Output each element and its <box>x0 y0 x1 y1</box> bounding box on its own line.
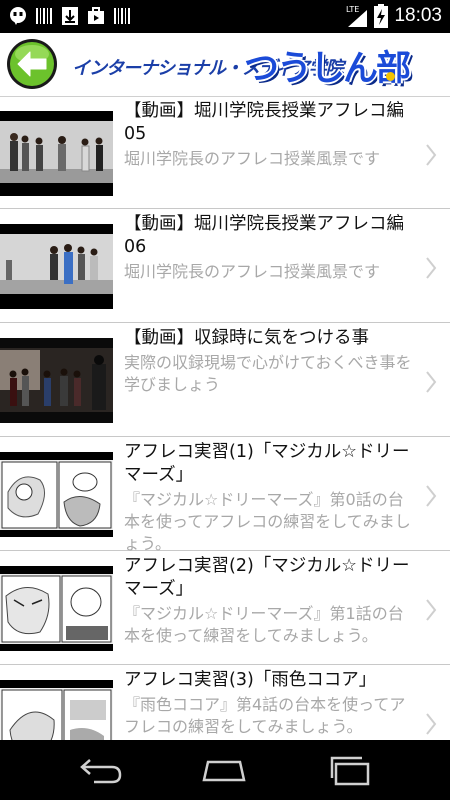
barcode-icon <box>36 8 52 24</box>
chevron-right-icon <box>426 485 437 507</box>
article-list: 【動画】堀川学院長授業アフレコ編05 堀川学院長のアフレコ授業風景です 【動画】… <box>0 96 450 740</box>
navigation-bar <box>0 740 450 800</box>
barcode-icon <box>114 8 130 24</box>
list-item[interactable]: 【動画】堀川学院長授業アフレコ編05 堀川学院長のアフレコ授業風景です <box>0 96 450 209</box>
clock: 18:03 <box>394 5 442 26</box>
system-status: LTE 18:03 <box>346 4 442 28</box>
chevron-right-icon <box>426 713 437 735</box>
item-title: 【動画】収録時に気をつける事 <box>124 328 369 348</box>
item-title: アフレコ実習(3)「雨色ココア」 <box>124 670 377 690</box>
item-description: 『マジカル☆ドリーマーズ』第0話の台本を使ってアフレコの練習をしてみましょう。 <box>124 490 411 553</box>
chevron-right-icon <box>426 599 437 621</box>
back-nav-icon[interactable] <box>76 754 124 786</box>
chevron-right-icon <box>426 144 437 166</box>
home-nav-icon[interactable] <box>200 754 248 786</box>
manga-thumbnail <box>0 452 113 537</box>
list-item[interactable]: アフレコ実習(2)「マジカル☆ドリーマーズ」 『マジカル☆ドリーマーズ』第1話の… <box>0 552 450 665</box>
chevron-right-icon <box>426 257 437 279</box>
item-title: アフレコ実習(2)「マジカル☆ドリーマーズ」 <box>124 556 410 599</box>
item-title: 【動画】堀川学院長授業アフレコ編05 <box>124 101 404 144</box>
logo: インターナショナル・メディア学院 つうしん部 <box>72 38 411 92</box>
item-title: 【動画】堀川学院長授業アフレコ編06 <box>124 214 404 257</box>
chevron-right-icon <box>426 371 437 393</box>
logo-dot <box>386 72 395 81</box>
download-icon <box>62 7 78 25</box>
video-thumbnail <box>0 111 113 196</box>
list-item[interactable]: 【動画】堀川学院長授業アフレコ編06 堀川学院長のアフレコ授業風景です <box>0 210 450 323</box>
briefcase-icon <box>88 7 104 24</box>
video-thumbnail <box>0 338 113 423</box>
item-description: 実際の収録現場で心がけておくべき事を学びましょう <box>124 353 412 394</box>
network-type-label: LTE <box>346 5 359 14</box>
lte-signal-icon: LTE <box>346 5 368 27</box>
hangouts-icon <box>10 7 26 25</box>
item-description: 堀川学院長のアフレコ授業風景です <box>124 149 381 168</box>
list-item[interactable]: アフレコ実習(3)「雨色ココア」 『雨色ココア』第4話の台本を使ってアフレコの練… <box>0 666 450 740</box>
recents-nav-icon[interactable] <box>326 754 374 786</box>
back-button[interactable] <box>6 38 58 90</box>
item-description: 『雨色ココア』第4話の台本を使ってアフレコの練習をしてみましょう。 <box>124 695 406 736</box>
app-header: インターナショナル・メディア学院 つうしん部 <box>0 33 450 96</box>
list-item[interactable]: アフレコ実習(1)「マジカル☆ドリーマーズ」 『マジカル☆ドリーマーズ』第0話の… <box>0 438 450 553</box>
manga-thumbnail <box>0 680 113 740</box>
logo-mark: つうしん部 <box>244 49 411 89</box>
status-bar: LTE 18:03 <box>0 0 450 33</box>
list-item[interactable]: 【動画】収録時に気をつける事 実際の収録現場で心がけておくべき事を学びましょう <box>0 324 450 437</box>
manga-thumbnail <box>0 566 113 651</box>
video-thumbnail <box>0 224 113 309</box>
notification-icons <box>8 6 132 26</box>
item-description: 『マジカル☆ドリーマーズ』第1話の台本を使って練習をしてみましょう。 <box>124 604 404 645</box>
battery-icon <box>374 4 389 28</box>
item-title: アフレコ実習(1)「マジカル☆ドリーマーズ」 <box>124 442 410 485</box>
item-description: 堀川学院長のアフレコ授業風景です <box>124 262 381 281</box>
